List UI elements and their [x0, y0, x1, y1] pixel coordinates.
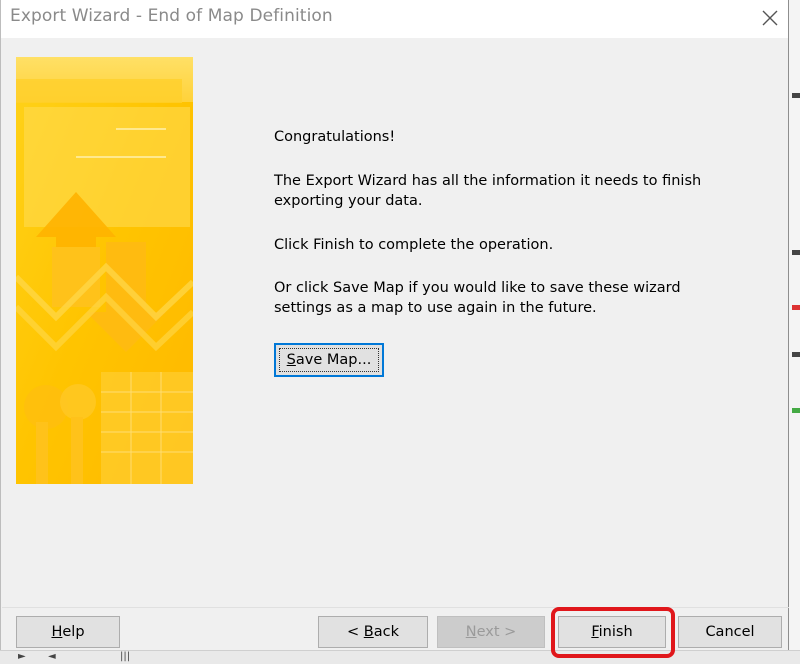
help-label: Help: [51, 624, 85, 640]
scroll-left-icon: ►: [18, 651, 26, 662]
help-button[interactable]: Help: [16, 616, 120, 648]
next-button[interactable]: Next >: [437, 616, 545, 648]
congratulations-heading: Congratulations!: [274, 129, 396, 145]
next-label: Next >: [465, 624, 517, 640]
finish-instruction-text: Click Finish to complete the operation.: [274, 237, 554, 253]
close-icon: [762, 10, 778, 26]
finish-highlight-annotation: [551, 607, 675, 658]
close-button[interactable]: [753, 3, 787, 33]
background-app-edge: [788, 0, 800, 663]
back-label: < Back: [347, 624, 399, 640]
background-marker: [792, 93, 800, 98]
save-map-label: Save Map...: [286, 352, 372, 368]
background-marker: [792, 250, 800, 255]
save-map-hint-text: Or click Save Map if you would like to s…: [274, 280, 681, 316]
background-marker: [792, 352, 800, 357]
scroll-prev-icon: ◄: [48, 651, 56, 662]
background-marker: [792, 408, 800, 413]
title-bar: Export Wizard - End of Map Definition: [1, 0, 788, 38]
cancel-label: Cancel: [705, 624, 755, 640]
wizard-info-text: The Export Wizard has all the informatio…: [274, 173, 702, 209]
window-title: Export Wizard - End of Map Definition: [10, 6, 333, 26]
background-marker: [792, 305, 800, 310]
wizard-banner-image: [16, 57, 193, 484]
back-button[interactable]: < Back: [318, 616, 428, 648]
scroll-grip-icon: |||: [120, 651, 131, 662]
export-wizard-dialog: Export Wizard - End of Map Definition Co…: [0, 0, 789, 650]
save-map-button[interactable]: Save Map...: [274, 343, 384, 377]
cancel-button[interactable]: Cancel: [678, 616, 782, 648]
